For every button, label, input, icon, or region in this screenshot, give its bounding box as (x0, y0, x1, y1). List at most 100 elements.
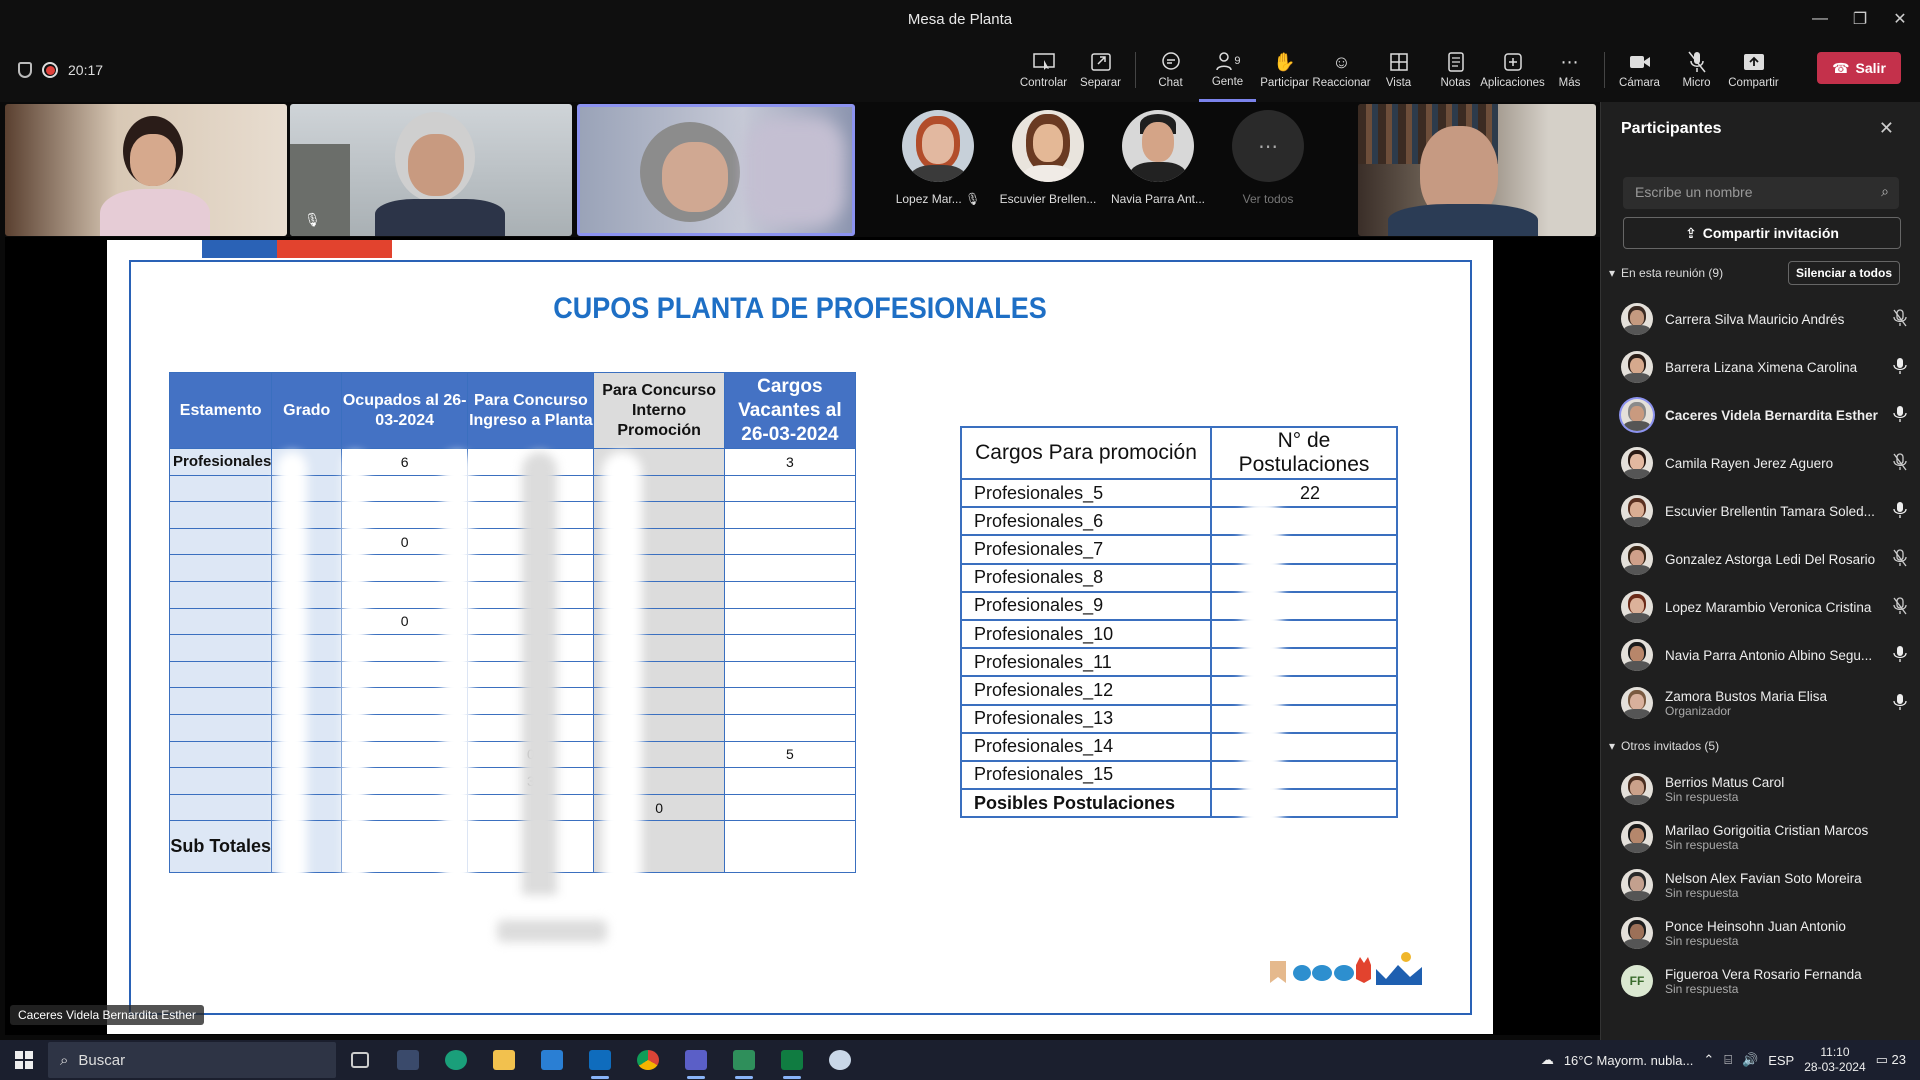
outlook-app[interactable] (576, 1040, 624, 1080)
clock[interactable]: 11:10 28-03-2024 (1804, 1045, 1865, 1075)
video-tile[interactable]: 🎙 (290, 104, 572, 236)
task-view-icon (351, 1052, 369, 1068)
participant-avatar[interactable]: Navia Parra Ant... (1108, 110, 1208, 230)
participant-item[interactable]: Barrera Lizana Ximena Carolina (1621, 345, 1911, 389)
mic-icon[interactable] (1893, 645, 1907, 666)
chat-button[interactable]: Chat (1142, 38, 1199, 102)
mic-button[interactable]: Micro (1668, 38, 1725, 102)
share-icon: ⇪ (1685, 224, 1697, 241)
windows-icon (15, 1051, 33, 1069)
participant-item[interactable]: Camila Rayen Jerez Aguero (1621, 441, 1911, 485)
raise-hand-button[interactable]: ✋ Participar (1256, 38, 1313, 102)
invitee-item[interactable]: FF Figueroa Vera Rosario Fernanda Sin resp… (1621, 959, 1911, 1003)
network-icon[interactable]: ⌸ (1724, 1052, 1732, 1068)
participant-search-input[interactable]: Escribe un nombre ⌕ (1623, 177, 1899, 209)
chevron-up-icon[interactable]: ⌃ (1703, 1052, 1714, 1068)
popout-button[interactable]: Separar (1072, 38, 1129, 102)
table-header: Cargos Para promoción (960, 426, 1212, 480)
table-header: Para Concurso Interno Promoción (593, 372, 725, 449)
video-tile[interactable] (1358, 104, 1596, 236)
react-button[interactable]: ☺ Reaccionar (1312, 38, 1370, 102)
invitee-item[interactable]: Ponce Heinsohn Juan Antonio Sin respuesta (1621, 911, 1911, 955)
notes-icon (1443, 51, 1469, 73)
teams-app[interactable] (672, 1040, 720, 1080)
invitee-item[interactable]: Nelson Alex Favian Soto Moreira Sin respu… (1621, 863, 1911, 907)
table-cell (1210, 731, 1398, 762)
see-all-button[interactable]: ⋯ Ver todos (1218, 110, 1318, 230)
participant-status: Sin respuesta (1665, 981, 1739, 996)
participant-item[interactable]: Navia Parra Antonio Albino Segu... (1621, 633, 1911, 677)
table-cell (723, 634, 857, 662)
chrome-app[interactable] (624, 1040, 672, 1080)
invitee-item[interactable]: Berrios Matus Carol Sin respuesta (1621, 767, 1911, 811)
participant-item[interactable]: Caceres Videla Bernardita Esther (1621, 393, 1911, 437)
mic-off-icon[interactable] (1893, 548, 1907, 570)
mic-icon[interactable] (1893, 405, 1907, 426)
edge-app[interactable] (432, 1040, 480, 1080)
others-section[interactable]: ▾ Otros invitados (5) (1609, 739, 1719, 753)
more-button[interactable]: ⋯ Más (1541, 38, 1598, 102)
share-invite-button[interactable]: ⇪ Compartir invitación (1623, 217, 1901, 249)
calculator-app[interactable] (384, 1040, 432, 1080)
mute-all-button[interactable]: Silenciar a todos (1788, 261, 1900, 285)
taskbar-search[interactable]: ⌕ Buscar (48, 1042, 336, 1078)
participant-item[interactable]: Carrera Silva Mauricio Andrés (1621, 297, 1911, 341)
close-button[interactable]: ✕ (1880, 0, 1920, 38)
store-app[interactable] (528, 1040, 576, 1080)
table-cell: 5 (723, 740, 857, 769)
table-row: 0 (168, 793, 857, 822)
minimize-button[interactable]: — (1800, 0, 1840, 38)
avatar (1122, 110, 1194, 182)
invitee-item[interactable]: Marilao Gorigoitia Cristian Marcos Sin re… (1621, 815, 1911, 859)
camera-button[interactable]: Cámara (1611, 38, 1668, 102)
table-cell: Profesionales_12 (960, 675, 1212, 706)
participant-item[interactable]: Zamora Bustos Maria Elisa Organizador (1621, 681, 1911, 725)
task-view-button[interactable] (336, 1040, 384, 1080)
project-app[interactable] (720, 1040, 768, 1080)
participant-item[interactable]: Gonzalez Astorga Ledi Del Rosario (1621, 537, 1911, 581)
mic-off-icon[interactable] (1893, 308, 1907, 330)
participant-item[interactable]: Escuvier Brellentin Tamara Soled... (1621, 489, 1911, 533)
close-icon[interactable]: ✕ (1879, 118, 1894, 139)
table-cell (168, 634, 273, 662)
in-meeting-section[interactable]: ▾ En esta reunión (9) (1609, 266, 1723, 280)
restore-button[interactable]: ❐ (1840, 0, 1880, 38)
store-icon (541, 1050, 563, 1070)
video-tile[interactable] (5, 104, 287, 236)
excel-app[interactable] (768, 1040, 816, 1080)
control-button[interactable]: Controlar (1015, 38, 1072, 102)
table-cell (723, 607, 857, 636)
view-button[interactable]: Vista (1370, 38, 1427, 102)
edge-icon (445, 1050, 467, 1070)
table-row: Profesionales_5 22 (960, 477, 1398, 509)
leave-button[interactable]: ☎ Salir (1817, 52, 1901, 84)
table-row: Profesionales_14 (960, 731, 1398, 762)
video-tile-active[interactable] (577, 104, 855, 236)
mic-off-icon: 🎙 (304, 212, 321, 227)
participant-item[interactable]: Lopez Marambio Veronica Cristina (1621, 585, 1911, 629)
apps-button[interactable]: Aplicaciones (1480, 38, 1545, 102)
mic-off-icon[interactable] (1893, 596, 1907, 618)
notification-icon[interactable]: ▭ 23 (1876, 1052, 1906, 1068)
participant-avatar[interactable]: Escuvier Brellen... (998, 110, 1098, 230)
explorer-app[interactable] (480, 1040, 528, 1080)
people-button[interactable]: 9 Gente (1199, 38, 1256, 102)
paint-app[interactable] (816, 1040, 864, 1080)
table-header: Grado (271, 372, 343, 449)
table-cell (723, 820, 857, 874)
mic-icon[interactable] (1893, 357, 1907, 378)
table-cell (723, 767, 857, 795)
language-indicator[interactable]: ESP (1768, 1053, 1794, 1068)
promotion-table: Cargos Para promoción N° de Postulacione… (960, 426, 1398, 819)
notes-button[interactable]: Notas (1427, 38, 1484, 102)
share-button[interactable]: Compartir (1725, 38, 1782, 102)
mic-off-icon[interactable] (1893, 452, 1907, 474)
start-button[interactable] (0, 1040, 48, 1080)
mic-icon[interactable] (1893, 693, 1907, 714)
volume-icon[interactable]: 🔊 (1742, 1052, 1758, 1068)
avatar (1621, 821, 1653, 853)
participant-avatar[interactable]: Lopez Mar... 🎙 (888, 110, 988, 230)
mic-icon[interactable] (1893, 501, 1907, 522)
table-cell (723, 660, 857, 689)
weather-widget[interactable]: 16°C Mayorm. nubla... (1564, 1053, 1693, 1068)
